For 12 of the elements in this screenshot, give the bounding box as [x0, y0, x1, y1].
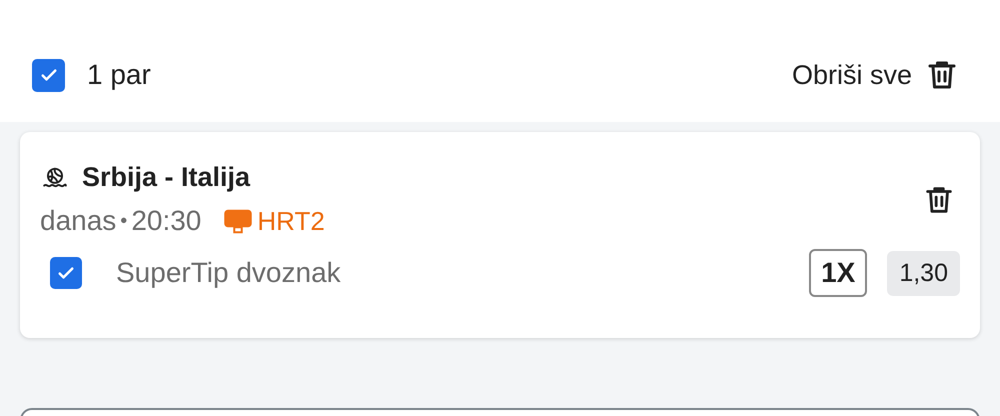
tip-label: 1X	[809, 249, 868, 297]
match-day: danas	[40, 205, 116, 237]
pair-count: 1 par	[87, 59, 151, 91]
tv-channel: HRT2	[257, 206, 325, 236]
select-all-checkbox[interactable]	[32, 58, 65, 92]
odds-value: 1,30	[887, 250, 960, 296]
clear-all-button[interactable]: Obriši sve	[792, 57, 960, 93]
market-name: SuperTip dvoznak	[116, 257, 341, 289]
match-title: Srbija - Italija	[82, 162, 250, 193]
separator-dot: •	[120, 210, 128, 232]
pick-checkbox[interactable]	[50, 257, 82, 289]
match-time: 20:30	[131, 205, 202, 237]
